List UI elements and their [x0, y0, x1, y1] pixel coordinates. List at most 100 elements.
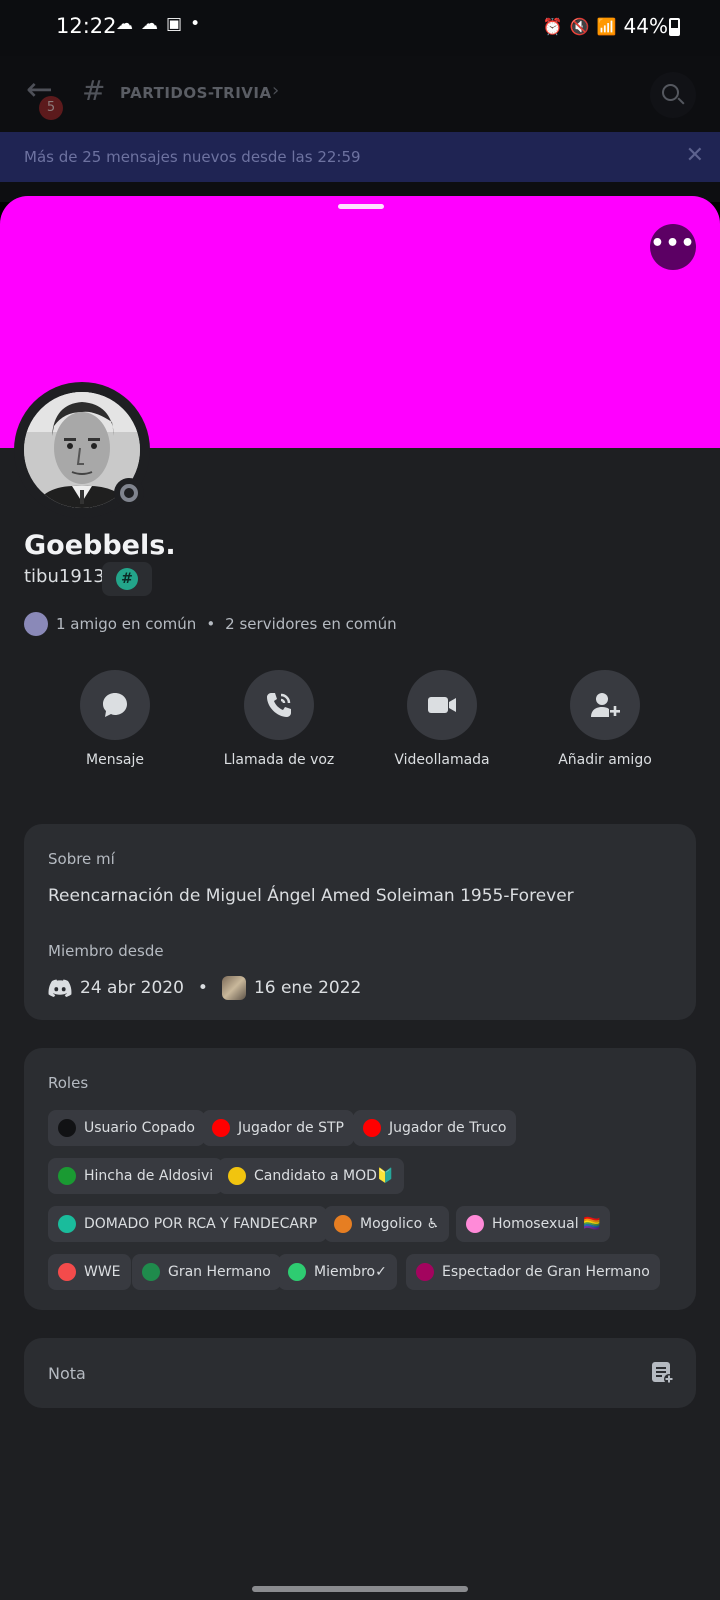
- note-title: Nota: [48, 1364, 86, 1383]
- video-icon: [428, 697, 456, 713]
- about-card: Sobre mí Reencarnación de Miguel Ángel A…: [24, 824, 696, 1020]
- username: tibu1913: [24, 566, 105, 587]
- video-call-label: Videollamada: [394, 752, 490, 768]
- mutual-friends[interactable]: 1 amigo en común: [56, 615, 196, 633]
- role-color-dot: [334, 1215, 352, 1233]
- role-chip[interactable]: Homosexual 🏳️‍🌈: [456, 1206, 611, 1242]
- sheet-drag-handle[interactable]: [338, 204, 384, 209]
- home-indicator[interactable]: [252, 1586, 468, 1592]
- separator-dot: •: [206, 615, 216, 633]
- role-name: Candidato a MOD🔰: [254, 1168, 395, 1184]
- server-icon: [221, 976, 246, 1000]
- cloud-icon: ☁: [141, 14, 158, 34]
- image-icon: ▣: [166, 14, 183, 34]
- role-chip[interactable]: Mogolico ♿: [324, 1206, 450, 1242]
- search-button[interactable]: [650, 72, 696, 118]
- role-name: Miembro✓: [314, 1264, 387, 1280]
- role-color-dot: [228, 1167, 246, 1185]
- about-title: Sobre mí: [48, 850, 115, 868]
- avatar-ring: [14, 382, 150, 518]
- message-button[interactable]: Mensaje: [40, 670, 190, 768]
- role-chip[interactable]: Usuario Copado: [48, 1110, 205, 1146]
- message-icon: [103, 693, 127, 717]
- chat-header: ← 5 # PARTIDOS-TRIVIA ›: [0, 56, 720, 132]
- wifi-icon: 📶: [596, 16, 617, 36]
- role-chip[interactable]: Jugador de STP: [202, 1110, 354, 1146]
- role-name: Homosexual 🏳️‍🌈: [492, 1216, 601, 1232]
- battery-icon: [669, 18, 680, 36]
- separator-dot: •: [197, 978, 208, 998]
- voice-call-label: Llamada de voz: [223, 752, 335, 768]
- system-icons: ⏰ 🔇 📶 44%: [543, 14, 668, 38]
- mutual-servers[interactable]: 2 servidores en común: [225, 615, 396, 633]
- role-name: Espectador de Gran Hermano: [442, 1264, 650, 1280]
- role-chip[interactable]: DOMADO POR RCA Y FANDECARP: [48, 1206, 328, 1242]
- role-name: Usuario Copado: [84, 1120, 195, 1136]
- new-messages-text: Más de 25 mensajes nuevos desde las 22:5…: [24, 148, 361, 166]
- discord-icon: [48, 979, 72, 997]
- notification-icons: ☁ ☁ ▣ •: [116, 14, 200, 34]
- role-name: Hincha de Aldosivi: [84, 1168, 214, 1184]
- role-chip[interactable]: Jugador de Truco: [353, 1110, 517, 1146]
- member-since-title: Miembro desde: [48, 942, 164, 960]
- role-name: Jugador de STP: [238, 1120, 344, 1136]
- unread-badge: 5: [39, 96, 63, 120]
- about-text: Reencarnación de Miguel Ángel Amed Solei…: [48, 886, 574, 906]
- video-call-button[interactable]: Videollamada: [367, 670, 517, 768]
- new-messages-bar[interactable]: Más de 25 mensajes nuevos desde las 22:5…: [0, 132, 720, 182]
- server-tag[interactable]: #: [102, 562, 152, 596]
- add-note-icon[interactable]: [650, 1360, 674, 1384]
- channel-name[interactable]: PARTIDOS-TRIVIA: [120, 84, 272, 102]
- role-color-dot: [58, 1167, 76, 1185]
- role-color-dot: [416, 1263, 434, 1281]
- offline-status-icon: [114, 478, 144, 508]
- role-name: Jugador de Truco: [389, 1120, 507, 1136]
- role-chip[interactable]: WWE: [48, 1254, 131, 1290]
- role-color-dot: [212, 1119, 230, 1137]
- roles-card: Roles Usuario Copado Jugador de STP Juga…: [24, 1048, 696, 1310]
- add-friend-button[interactable]: Añadir amigo: [530, 670, 680, 768]
- chevron-right-icon: ›: [272, 80, 280, 101]
- profile-sheet: ••• Goebbels. tibu1913 # 1 amigo en comú…: [0, 196, 720, 1600]
- display-name: Goebbels.: [24, 530, 176, 561]
- mutual-friend-avatar: [24, 612, 48, 636]
- role-name: DOMADO POR RCA Y FANDECARP: [84, 1216, 318, 1232]
- role-color-dot: [58, 1215, 76, 1233]
- more-notifications-icon: •: [190, 14, 201, 34]
- role-color-dot: [142, 1263, 160, 1281]
- role-name: Mogolico ♿: [360, 1216, 440, 1232]
- hash-tag-icon: #: [116, 568, 138, 590]
- role-color-dot: [58, 1119, 76, 1137]
- role-color-dot: [288, 1263, 306, 1281]
- role-chip[interactable]: Miembro✓: [278, 1254, 397, 1290]
- voice-call-button[interactable]: Llamada de voz: [204, 670, 354, 768]
- phone-icon: [267, 693, 291, 717]
- role-color-dot: [58, 1263, 76, 1281]
- roles-title: Roles: [48, 1074, 89, 1092]
- status-time: 12:22: [56, 14, 117, 38]
- role-color-dot: [466, 1215, 484, 1233]
- add-friend-label: Añadir amigo: [558, 752, 652, 768]
- role-color-dot: [363, 1119, 381, 1137]
- note-card[interactable]: Nota: [24, 1338, 696, 1408]
- discord-join-date: 24 abr 2020: [80, 978, 184, 998]
- battery-percent: 44%: [623, 14, 668, 38]
- role-name: Gran Hermano: [168, 1264, 271, 1280]
- more-icon: •••: [650, 231, 696, 256]
- mute-icon: 🔇: [569, 16, 590, 36]
- message-label: Mensaje: [86, 752, 144, 768]
- role-chip[interactable]: Espectador de Gran Hermano: [406, 1254, 660, 1290]
- close-icon[interactable]: ✕: [686, 143, 704, 168]
- alarm-icon: ⏰: [542, 16, 563, 36]
- role-chip[interactable]: Hincha de Aldosivi: [48, 1158, 224, 1194]
- more-options-button[interactable]: •••: [650, 224, 696, 270]
- app-notification-icon: ☁: [116, 14, 133, 34]
- role-name: WWE: [84, 1264, 121, 1280]
- role-chip[interactable]: Candidato a MOD🔰: [218, 1158, 405, 1194]
- action-row: Mensaje Llamada de voz Videollamada Añad…: [0, 670, 720, 770]
- role-chip[interactable]: Gran Hermano: [132, 1254, 281, 1290]
- mutual-info[interactable]: 1 amigo en común • 2 servidores en común: [24, 612, 397, 636]
- member-since-row: 24 abr 2020 • 16 ene 2022: [48, 976, 361, 1000]
- channel-hash-icon: #: [82, 74, 106, 107]
- server-join-date: 16 ene 2022: [253, 978, 362, 998]
